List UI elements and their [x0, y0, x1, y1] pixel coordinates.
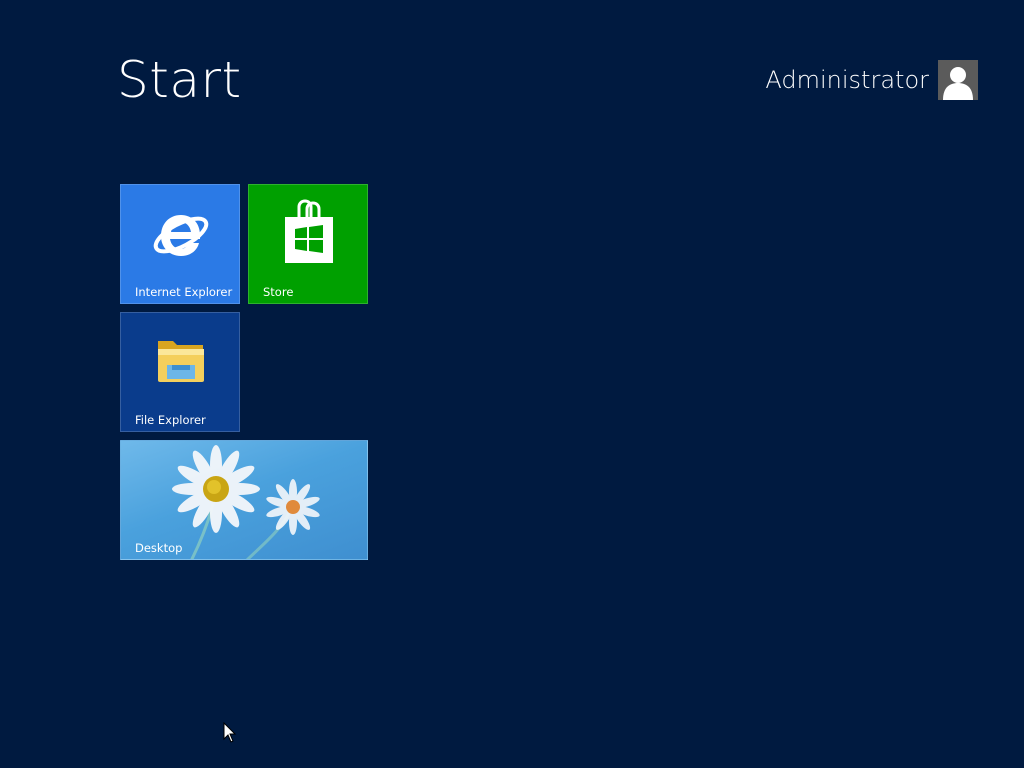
mouse-cursor-icon: [223, 722, 237, 743]
tile-file-explorer[interactable]: File Explorer: [120, 312, 240, 432]
tile-label: Internet Explorer: [135, 285, 233, 299]
user-account[interactable]: Administrator: [765, 60, 978, 100]
user-avatar-icon: [938, 60, 978, 100]
tile-desktop[interactable]: Desktop: [120, 440, 368, 560]
tile-store[interactable]: Store: [248, 184, 368, 304]
file-explorer-icon: [158, 341, 204, 382]
page-title: Start: [117, 51, 242, 109]
start-screen: Start Administrator Internet Explorer St…: [0, 0, 1024, 768]
tile-internet-explorer[interactable]: Internet Explorer: [120, 184, 240, 304]
tile-label: Store: [263, 285, 294, 299]
tile-label: Desktop: [135, 541, 183, 555]
user-name: Administrator: [765, 66, 929, 94]
store-icon: [285, 199, 333, 263]
tile-label: File Explorer: [135, 413, 206, 427]
internet-explorer-icon: [153, 215, 209, 256]
